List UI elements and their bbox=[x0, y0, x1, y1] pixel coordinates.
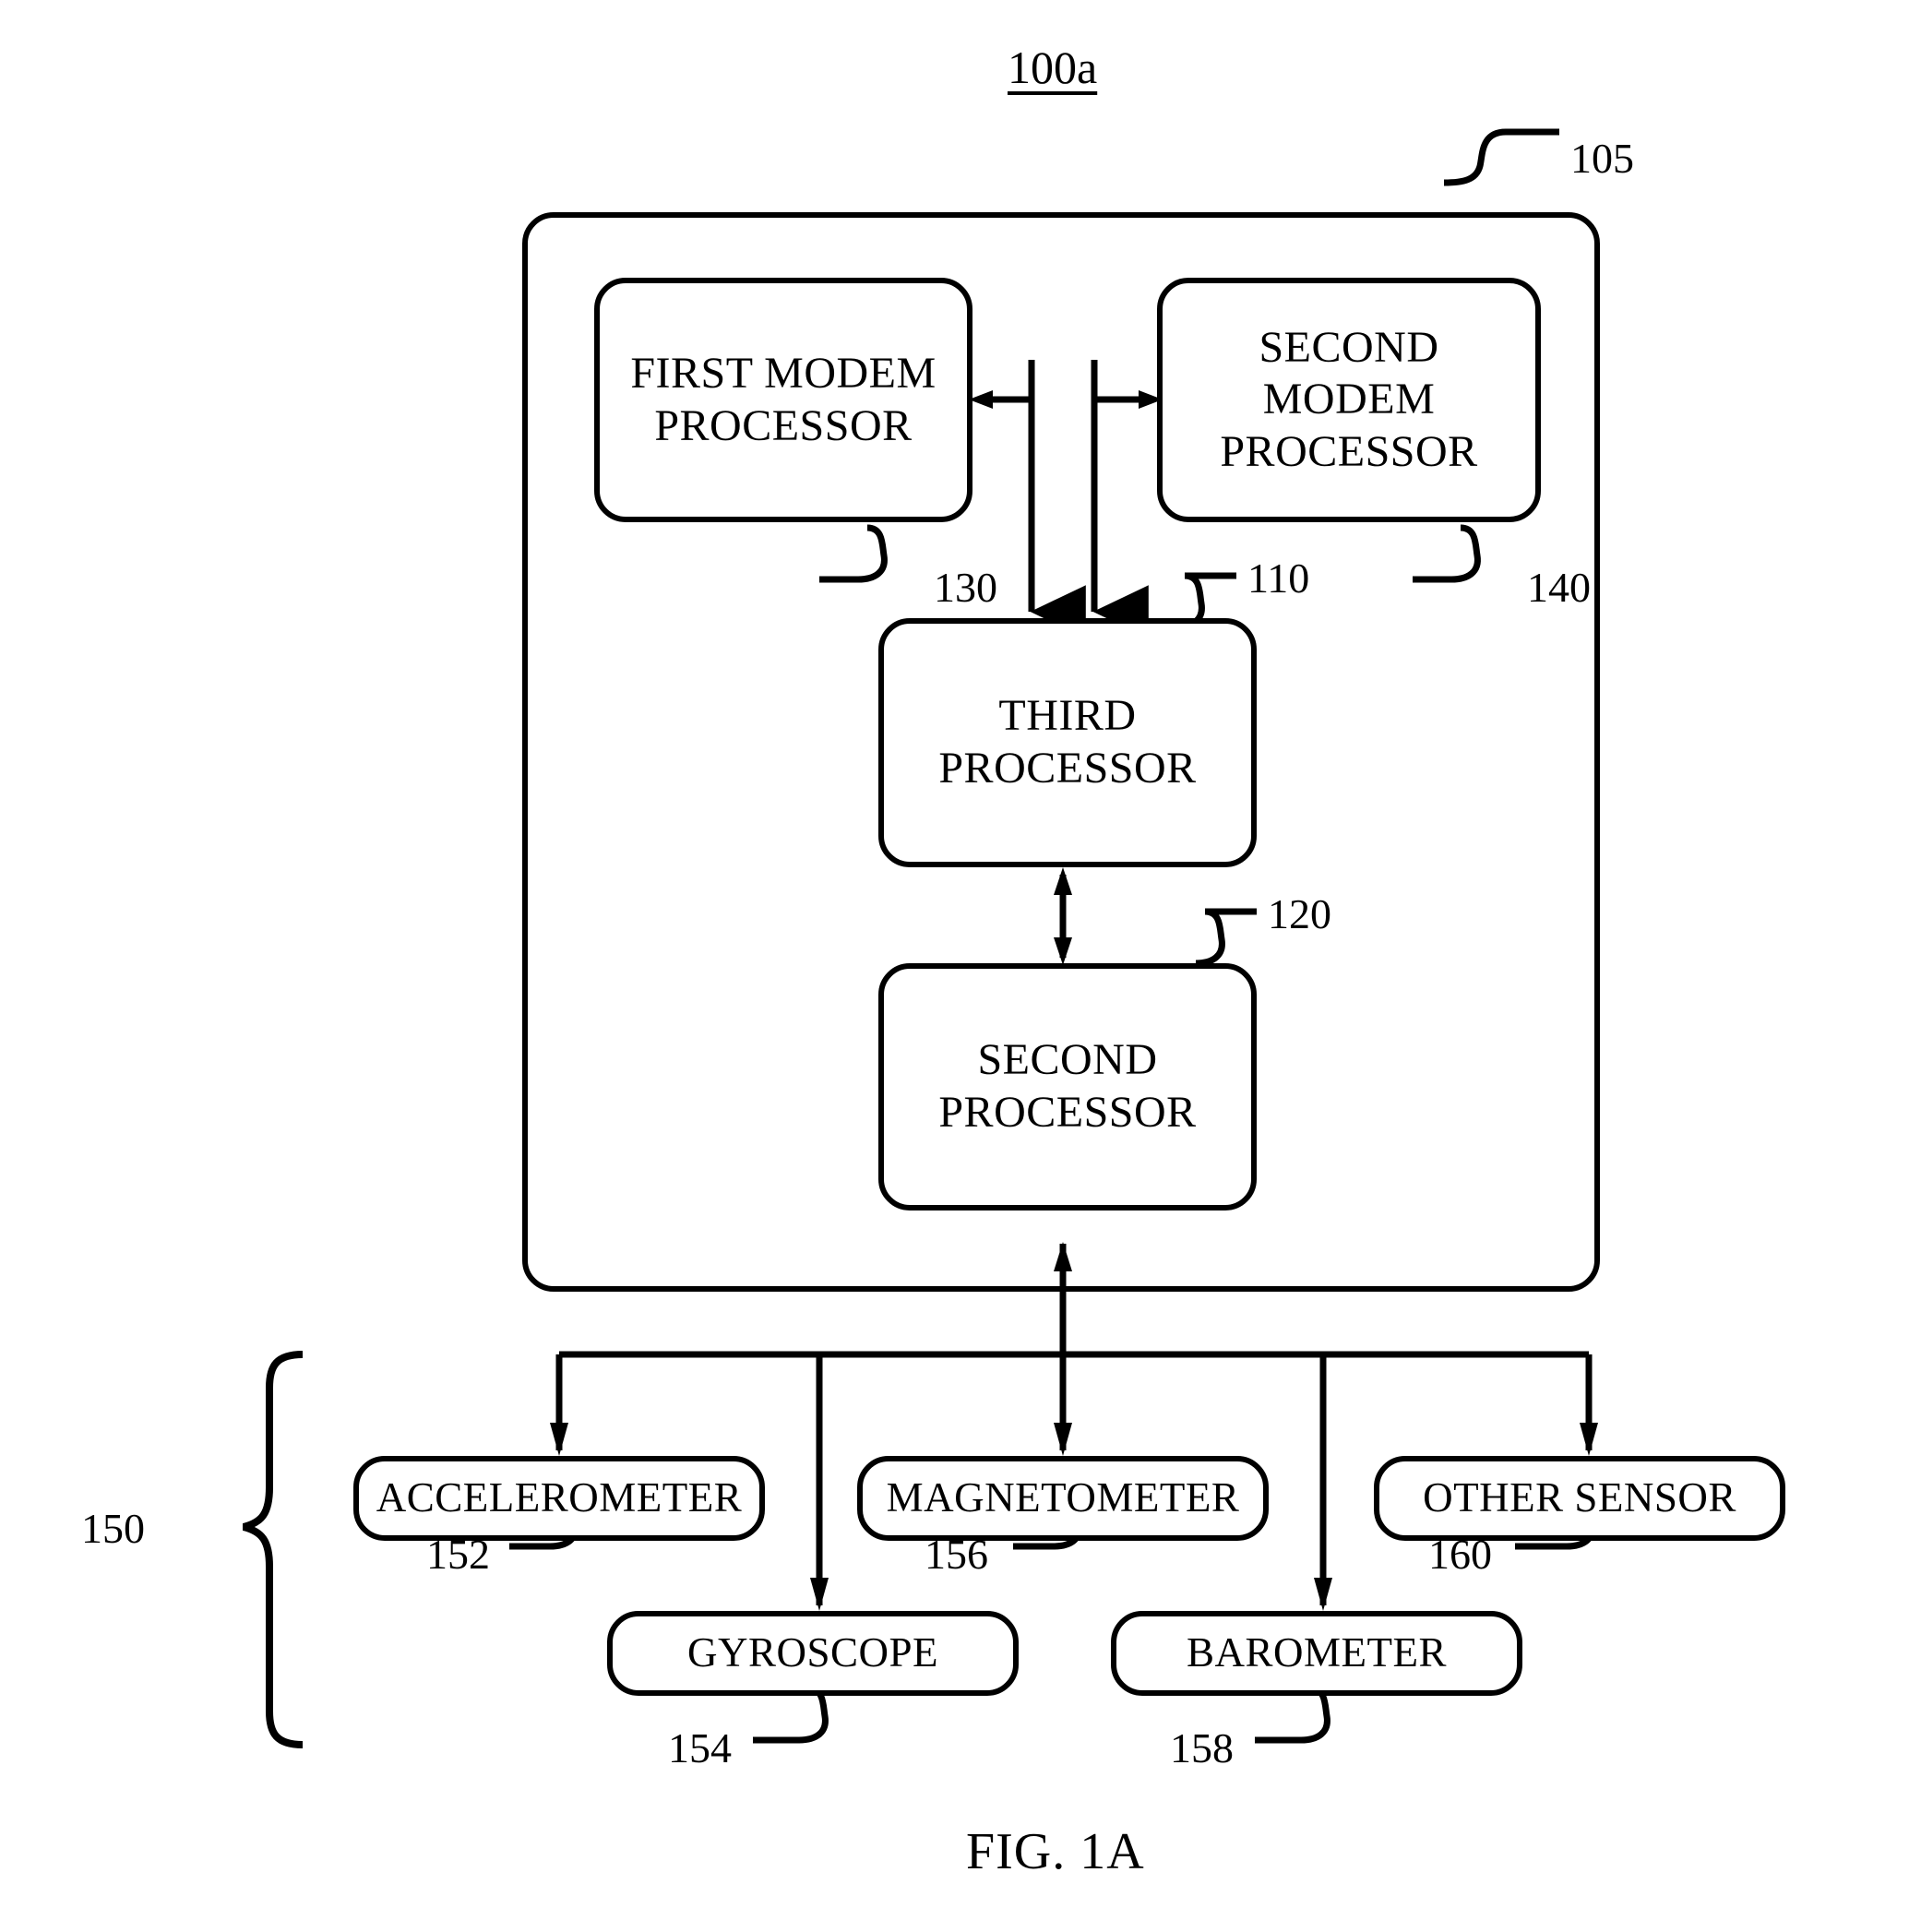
other-sensor-box[interactable]: OTHER SENSOR bbox=[1374, 1456, 1785, 1541]
third-processor-box[interactable]: THIRD PROCESSOR bbox=[878, 618, 1257, 867]
second-processor-label: SECOND PROCESSOR bbox=[938, 1035, 1197, 1137]
third-processor-label: THIRD PROCESSOR bbox=[938, 691, 1197, 793]
barometer-label: BAROMETER bbox=[1186, 1629, 1447, 1676]
ref-numeral-160: 160 bbox=[1428, 1531, 1492, 1578]
patent-figure-page: 100a FIRST MODEM PROCESSOR SECOND MODEM … bbox=[0, 0, 1921, 1932]
ref-numeral-120: 120 bbox=[1268, 890, 1331, 937]
ref-numeral-150: 150 bbox=[81, 1505, 145, 1552]
accelerometer-box[interactable]: ACCELEROMETER bbox=[353, 1456, 765, 1541]
second-processor-box[interactable]: SECOND PROCESSOR bbox=[878, 963, 1257, 1210]
other-sensor-label: OTHER SENSOR bbox=[1423, 1474, 1736, 1521]
ref-numeral-154: 154 bbox=[668, 1724, 732, 1771]
ref-numeral-110: 110 bbox=[1247, 555, 1310, 602]
second-modem-processor-label: SECOND MODEM PROCESSOR bbox=[1220, 322, 1478, 476]
ref-numeral-130: 130 bbox=[934, 564, 997, 611]
first-modem-processor-label: FIRST MODEM PROCESSOR bbox=[630, 348, 937, 450]
ref-numeral-140: 140 bbox=[1527, 564, 1591, 611]
ref-numeral-158: 158 bbox=[1170, 1724, 1234, 1771]
gyroscope-label: GYROSCOPE bbox=[686, 1629, 939, 1676]
second-modem-processor-box[interactable]: SECOND MODEM PROCESSOR bbox=[1157, 278, 1541, 522]
barometer-box[interactable]: BAROMETER bbox=[1111, 1611, 1522, 1696]
gyroscope-box[interactable]: GYROSCOPE bbox=[607, 1611, 1019, 1696]
ref-numeral-105: 105 bbox=[1570, 135, 1634, 182]
ref-numeral-152: 152 bbox=[426, 1531, 490, 1578]
first-modem-processor-box[interactable]: FIRST MODEM PROCESSOR bbox=[594, 278, 972, 522]
ref-numeral-156: 156 bbox=[925, 1531, 988, 1578]
magnetometer-label: MAGNETOMETER bbox=[886, 1474, 1240, 1521]
magnetometer-box[interactable]: MAGNETOMETER bbox=[857, 1456, 1269, 1541]
accelerometer-label: ACCELEROMETER bbox=[376, 1474, 743, 1521]
figure-caption: FIG. 1A bbox=[966, 1823, 1145, 1880]
